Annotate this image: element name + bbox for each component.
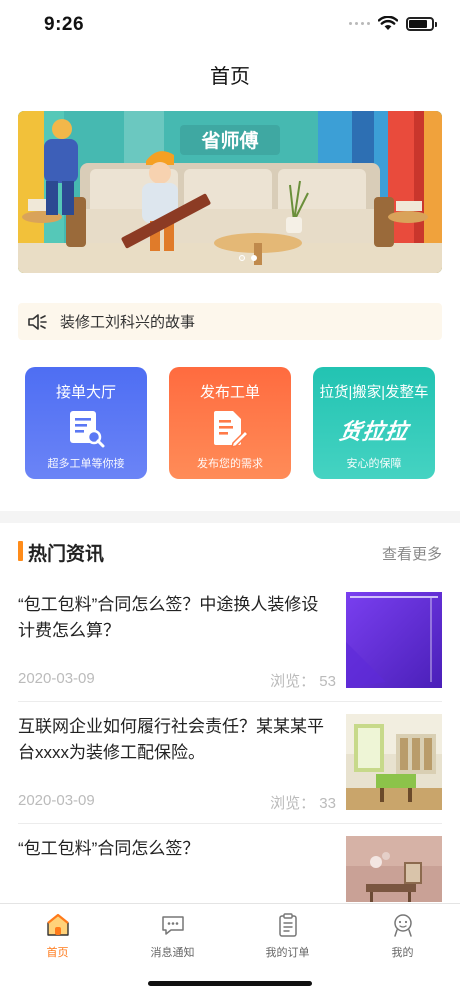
news-date: 2020-03-09 bbox=[18, 670, 95, 687]
news-item[interactable]: “包工包料”合同怎么签？ bbox=[18, 836, 442, 902]
tab-label: 消息通知 bbox=[150, 947, 195, 959]
status-time: 9:26 bbox=[44, 14, 85, 35]
tab-orders[interactable]: 我的订单 bbox=[230, 912, 345, 960]
tab-home[interactable]: 首页 bbox=[0, 912, 115, 960]
speaker-icon bbox=[28, 313, 47, 330]
battery-icon bbox=[406, 16, 437, 31]
news-views: 浏览： 53 bbox=[270, 673, 336, 690]
news-item[interactable]: “包工包料”合同怎么签？中途换人装修设计费怎么算？ 2020-03-09 浏览：… bbox=[18, 592, 442, 690]
card-subtitle: 发布您的需求 bbox=[197, 458, 263, 470]
signal-icon bbox=[349, 22, 370, 25]
card-title: 发布工单 bbox=[199, 384, 260, 401]
news-title: “包工包料”合同怎么签？中途换人装修设计费怎么算？ bbox=[18, 595, 319, 640]
section-accent-bar bbox=[18, 541, 23, 561]
home-indicator bbox=[148, 981, 312, 986]
tab-label: 我的订单 bbox=[265, 947, 310, 959]
home-icon bbox=[46, 913, 69, 936]
news-thumbnail bbox=[346, 592, 442, 688]
card-title: 拉货|搬家|发整车 bbox=[319, 385, 429, 401]
card-subtitle: 安心的保障 bbox=[346, 458, 402, 470]
notice-bar[interactable]: 装修工刘科兴的故事 bbox=[18, 303, 442, 340]
clipboard-icon bbox=[278, 913, 297, 937]
status-icons bbox=[349, 16, 437, 31]
news-separator bbox=[18, 823, 442, 824]
document-edit-icon bbox=[214, 411, 249, 449]
tab-profile[interactable]: 我的 bbox=[345, 912, 460, 960]
status-bar: 9:26 bbox=[0, 0, 460, 50]
order-hall-card[interactable]: 接单大厅 超多工单等你接 bbox=[25, 367, 147, 479]
huolala-logo: 货拉拉 bbox=[337, 419, 411, 444]
message-icon bbox=[161, 916, 184, 935]
tab-label: 首页 bbox=[46, 947, 69, 959]
wifi-icon bbox=[378, 16, 398, 30]
news-item[interactable]: 互联网企业如何履行社会责任？某某某平台xxxx为装修工配保险。 2020-03-… bbox=[18, 714, 442, 812]
tab-label: 我的 bbox=[391, 947, 414, 959]
banner-dot-active[interactable] bbox=[251, 255, 257, 261]
publish-order-card[interactable]: 发布工单 发布您的需求 bbox=[169, 367, 291, 479]
card-subtitle: 超多工单等你接 bbox=[47, 458, 125, 470]
banner-dot[interactable] bbox=[239, 255, 245, 261]
banner-brand-text: 省师傅 bbox=[200, 129, 258, 152]
news-thumbnail bbox=[346, 714, 442, 810]
banner-illustration: 省师傅 bbox=[18, 111, 442, 273]
view-more-link[interactable]: 查看更多 bbox=[382, 543, 442, 564]
news-views: 浏览： 33 bbox=[270, 795, 336, 812]
freight-card[interactable]: 拉货|搬家|发整车 货拉拉 安心的保障 bbox=[313, 367, 435, 479]
news-separator bbox=[18, 701, 442, 702]
banner-pagination bbox=[239, 255, 257, 261]
news-thumbnail bbox=[346, 836, 442, 902]
section-divider bbox=[0, 511, 460, 523]
notice-text: 装修工刘科兴的故事 bbox=[60, 314, 196, 331]
document-search-icon bbox=[70, 411, 105, 448]
news-title: 互联网企业如何履行社会责任？某某某平台xxxx为装修工配保险。 bbox=[18, 717, 324, 762]
promo-banner[interactable]: 省师傅 bbox=[18, 111, 442, 273]
card-title: 接单大厅 bbox=[55, 384, 116, 401]
news-date: 2020-03-09 bbox=[18, 792, 95, 809]
news-title: “包工包料”合同怎么签？ bbox=[18, 839, 200, 858]
tab-messages[interactable]: 消息通知 bbox=[115, 912, 230, 960]
user-icon bbox=[393, 914, 412, 937]
section-title: 热门资讯 bbox=[28, 544, 105, 565]
page-title: 首页 bbox=[210, 66, 250, 88]
